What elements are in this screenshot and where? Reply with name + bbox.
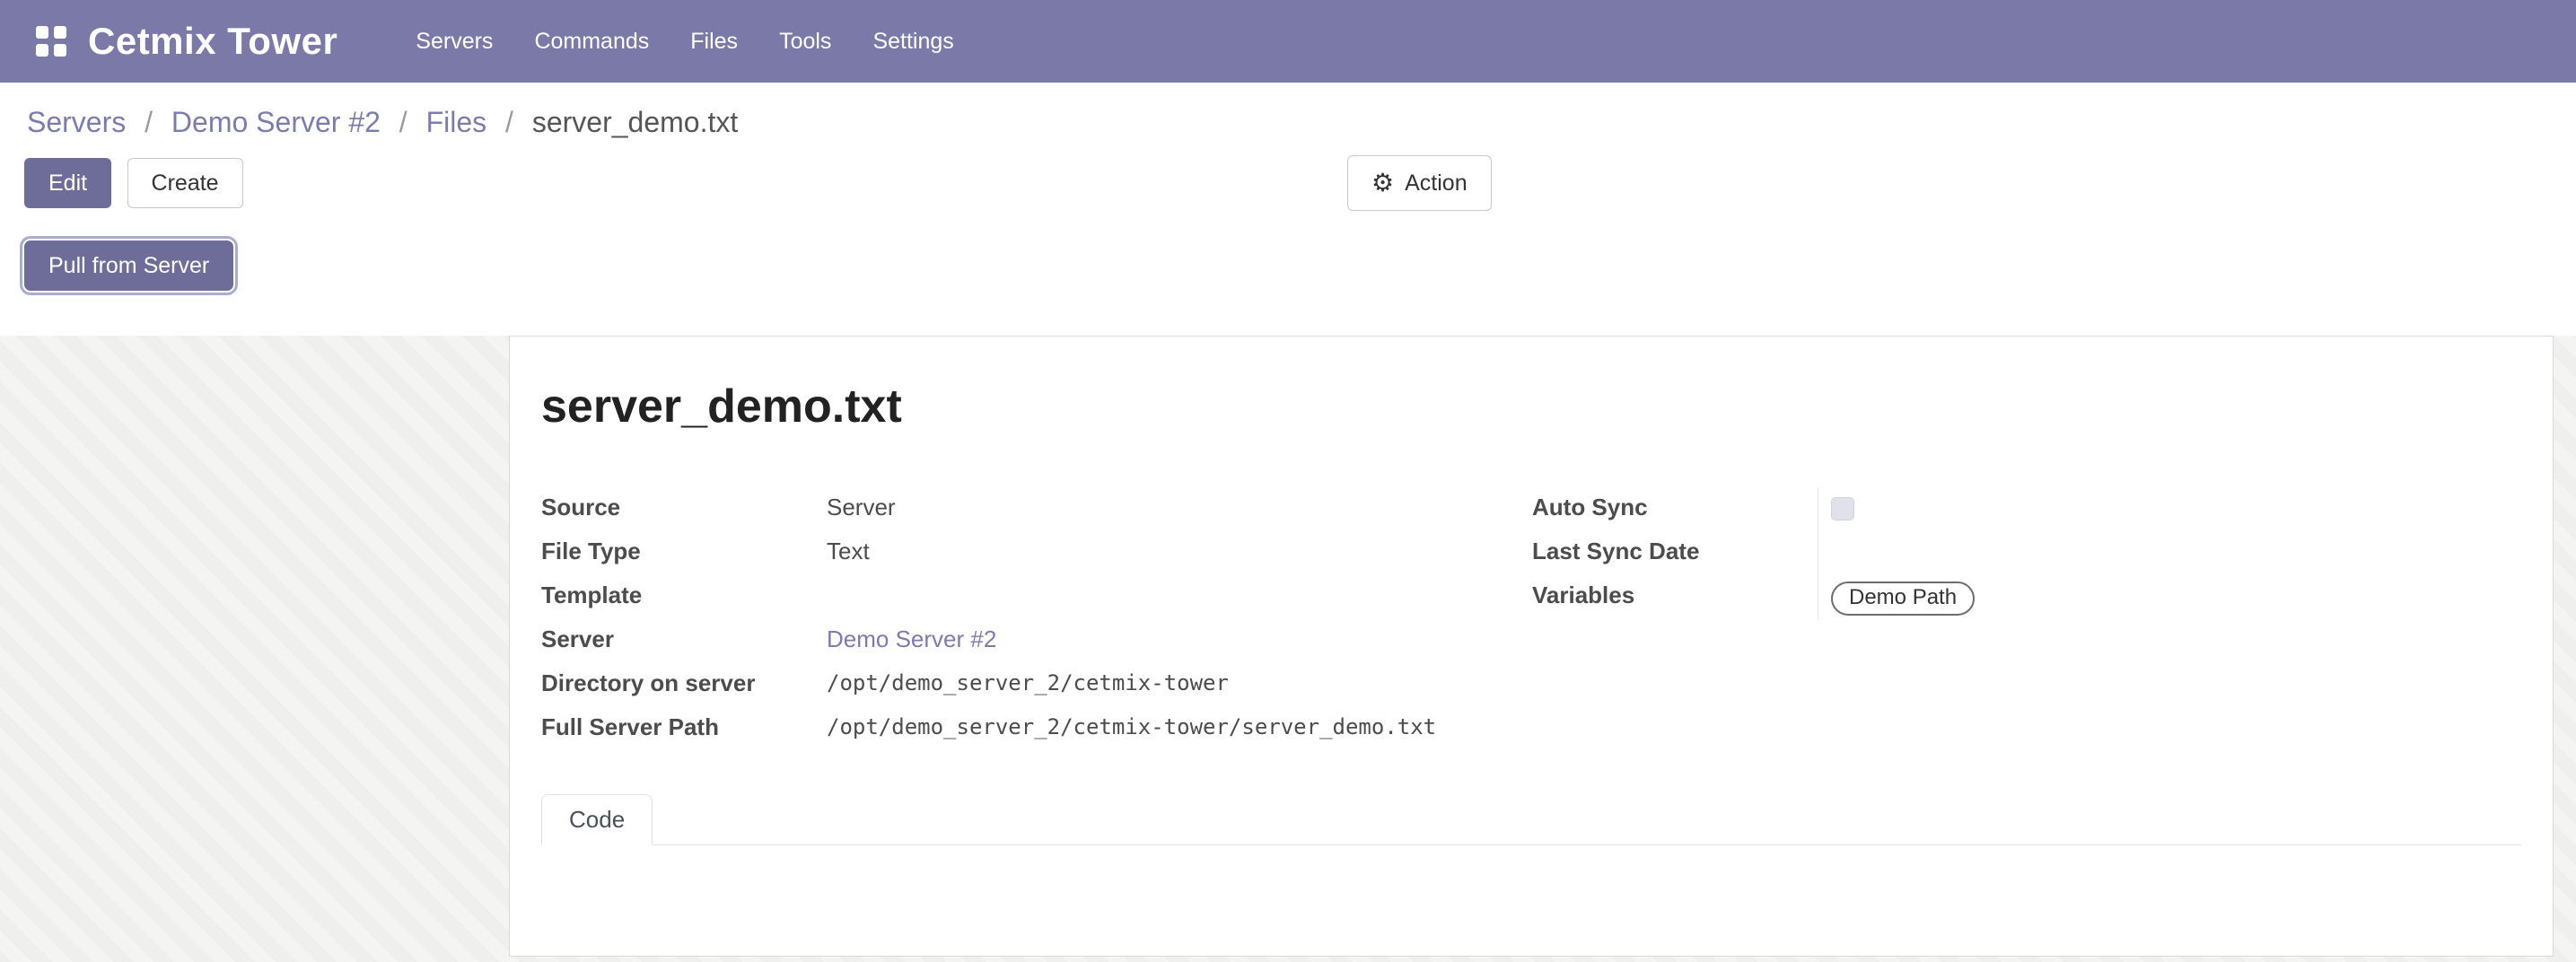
field-row-full-path: Full Server Path /opt/demo_server_2/cetm… [541, 707, 1532, 751]
field-label-full-path: Full Server Path [541, 707, 827, 751]
code-tab-content [541, 845, 2521, 946]
menu-item-commands[interactable]: Commands [513, 0, 670, 83]
auto-sync-checkbox[interactable] [1831, 497, 1854, 520]
control-panel: Servers / Demo Server #2 / Files / serve… [0, 83, 2576, 314]
breadcrumb-item-files[interactable]: Files [426, 106, 487, 138]
field-label-variables: Variables [1532, 575, 1818, 619]
field-value-last-sync [1818, 531, 1997, 575]
field-groups: Source Server File Type Text Template Se… [541, 487, 2521, 751]
app-brand[interactable]: Cetmix Tower [88, 20, 337, 63]
edit-button[interactable]: Edit [24, 158, 111, 208]
menu-item-settings[interactable]: Settings [852, 0, 974, 83]
breadcrumb-separator: / [399, 106, 407, 138]
apps-grid-square [54, 26, 66, 39]
field-value-auto-sync [1818, 487, 1997, 531]
menu-item-tools[interactable]: Tools [758, 0, 852, 83]
apps-grid-square [36, 26, 48, 39]
apps-grid-icon[interactable] [36, 26, 66, 57]
field-row-source: Source Server [541, 487, 1532, 531]
field-row-directory: Directory on server /opt/demo_server_2/c… [541, 663, 1532, 707]
main-menu: Servers Commands Files Tools Settings [395, 0, 974, 83]
statusbar: Edit Create ⚙ Action [0, 151, 2576, 221]
field-value-full-path: /opt/demo_server_2/cetmix-tower/server_d… [827, 707, 1436, 751]
field-row-auto-sync: Auto Sync [1532, 487, 2521, 531]
breadcrumb-item-demo-server[interactable]: Demo Server #2 [171, 106, 381, 138]
field-label-last-sync: Last Sync Date [1532, 531, 1818, 575]
notebook-tabs: Code [541, 794, 2521, 845]
breadcrumb-item-servers[interactable]: Servers [27, 106, 126, 138]
record-title: server_demo.txt [541, 380, 2521, 433]
field-label-directory: Directory on server [541, 663, 827, 707]
breadcrumb-separator: / [145, 106, 153, 138]
form-sheet: server_demo.txt Source Server File Type … [509, 336, 2554, 957]
field-group-right: Auto Sync Last Sync Date Variables Demo … [1532, 487, 2521, 751]
menu-item-servers[interactable]: Servers [395, 0, 513, 83]
top-navbar: Cetmix Tower Servers Commands Files Tool… [0, 0, 2576, 83]
field-label-auto-sync: Auto Sync [1532, 487, 1818, 531]
menu-item-files[interactable]: Files [670, 0, 758, 83]
breadcrumb-separator: / [505, 106, 513, 138]
create-button[interactable]: Create [127, 158, 243, 208]
field-label-file-type: File Type [541, 531, 827, 575]
action-button-box: Pull from Server [0, 221, 2576, 314]
field-row-server: Server Demo Server #2 [541, 619, 1532, 663]
field-value-server-link[interactable]: Demo Server #2 [827, 619, 996, 663]
breadcrumb: Servers / Demo Server #2 / Files / serve… [0, 83, 2576, 151]
field-row-last-sync: Last Sync Date [1532, 531, 2521, 575]
field-label-template: Template [541, 575, 827, 619]
field-value-directory: /opt/demo_server_2/cetmix-tower [827, 663, 1229, 707]
pull-from-server-button[interactable]: Pull from Server [24, 240, 233, 291]
tab-code[interactable]: Code [541, 794, 653, 845]
field-label-source: Source [541, 487, 827, 531]
apps-grid-square [36, 44, 48, 57]
breadcrumb-item-current: server_demo.txt [532, 106, 738, 138]
field-row-variables: Variables Demo Path [1532, 575, 2521, 619]
field-value-file-type: Text [827, 531, 870, 575]
form-view: server_demo.txt Source Server File Type … [0, 336, 2576, 962]
apps-grid-square [54, 44, 66, 57]
field-label-server: Server [541, 619, 827, 663]
field-value-variables: Demo Path [1818, 575, 1997, 619]
field-row-template: Template [541, 575, 1532, 619]
gear-icon: ⚙ [1371, 171, 1394, 196]
action-button-label: Action [1405, 171, 1467, 197]
action-button[interactable]: ⚙ Action [1347, 155, 1492, 211]
field-value-source: Server [827, 487, 896, 531]
field-row-file-type: File Type Text [541, 531, 1532, 575]
variable-tag-demo-path: Demo Path [1831, 582, 1975, 616]
field-group-left: Source Server File Type Text Template Se… [541, 487, 1532, 751]
